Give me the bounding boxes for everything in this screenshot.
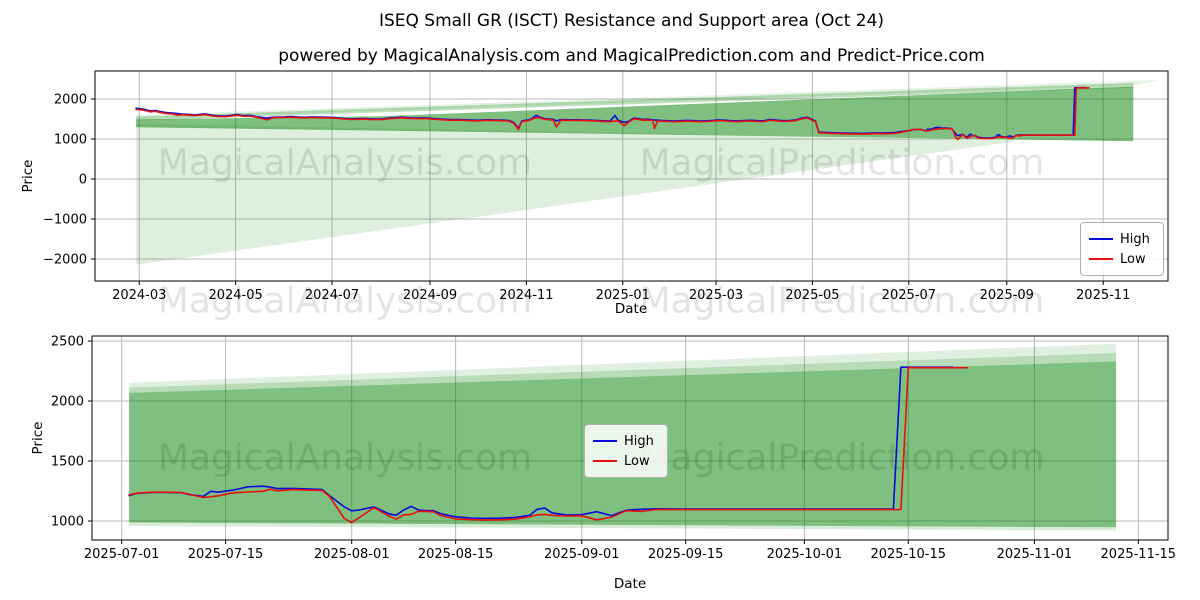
x-tick-label: 2024-09 <box>403 288 457 303</box>
legend-label: High <box>624 433 654 449</box>
y-axis-title: Price <box>20 159 36 193</box>
x-axis-title: Date <box>614 301 648 317</box>
y-tick-label: −1000 <box>43 213 87 228</box>
x-tick-label: 2025-10-01 <box>767 547 843 562</box>
x-tick-label: 2025-09-15 <box>648 547 724 562</box>
x-tick-label: 2024-11 <box>499 288 553 303</box>
y-tick-label: 1500 <box>51 455 84 470</box>
x-tick-label: 2025-05 <box>785 288 839 303</box>
y-tick-label: 2000 <box>54 93 87 108</box>
y-tick-label: 2000 <box>51 395 84 410</box>
x-tick-label: 2024-03 <box>112 288 166 303</box>
y-tick-label: 1000 <box>54 133 87 148</box>
y-axis-title: Price <box>30 421 46 455</box>
legend: High Low <box>1080 222 1164 276</box>
x-axis-title: Date <box>613 576 647 592</box>
legend-entry-low: Low <box>1089 249 1155 269</box>
x-tick-label: 2025-07 <box>882 288 936 303</box>
x-tick-label: 2024-05 <box>208 288 262 303</box>
legend-entry-high: High <box>1089 229 1155 249</box>
legend-label: High <box>1120 231 1150 247</box>
y-tick-label: 2500 <box>51 335 84 350</box>
x-tick-label: 2025-11-15 <box>1101 547 1177 562</box>
y-tick-label: −2000 <box>43 253 87 268</box>
x-tick-label: 2025-08-01 <box>314 547 390 562</box>
x-tick-label: 2025-09 <box>980 288 1034 303</box>
x-tick-label: 2024-07 <box>305 288 359 303</box>
legend-label: Low <box>624 453 650 469</box>
x-tick-label: 2025-07-15 <box>188 547 264 562</box>
x-tick-label: 2025-03 <box>689 288 743 303</box>
high-line-sample <box>593 440 617 442</box>
plots-canvas: 2024-03 2024-05 2024-07 2024-09 2024-11 2025-… <box>43 70 1177 562</box>
x-tick-label: 2025-08-15 <box>418 547 494 562</box>
support-triangle <box>136 123 1022 265</box>
high-line-sample <box>1089 238 1113 240</box>
low-line-sample <box>1089 258 1113 260</box>
low-line-sample <box>593 460 617 462</box>
x-tick-label: 2025-07-01 <box>84 547 160 562</box>
x-tick-label: 2025-09-01 <box>544 547 620 562</box>
legend-entry-low: Low <box>593 451 659 471</box>
x-tick-label: 2025-10-15 <box>870 547 946 562</box>
x-tick-label: 2025-11 <box>1076 288 1130 303</box>
figure: ISEQ Small GR (ISCT) Resistance and Supp… <box>0 0 1200 600</box>
legend-entry-high: High <box>593 431 659 451</box>
y-tick-label: 1000 <box>51 515 84 530</box>
legend-label: Low <box>1120 251 1146 267</box>
x-tick-label: 2025-11-01 <box>997 547 1073 562</box>
y-tick-label: 0 <box>79 173 87 188</box>
legend: High Low <box>584 424 668 478</box>
